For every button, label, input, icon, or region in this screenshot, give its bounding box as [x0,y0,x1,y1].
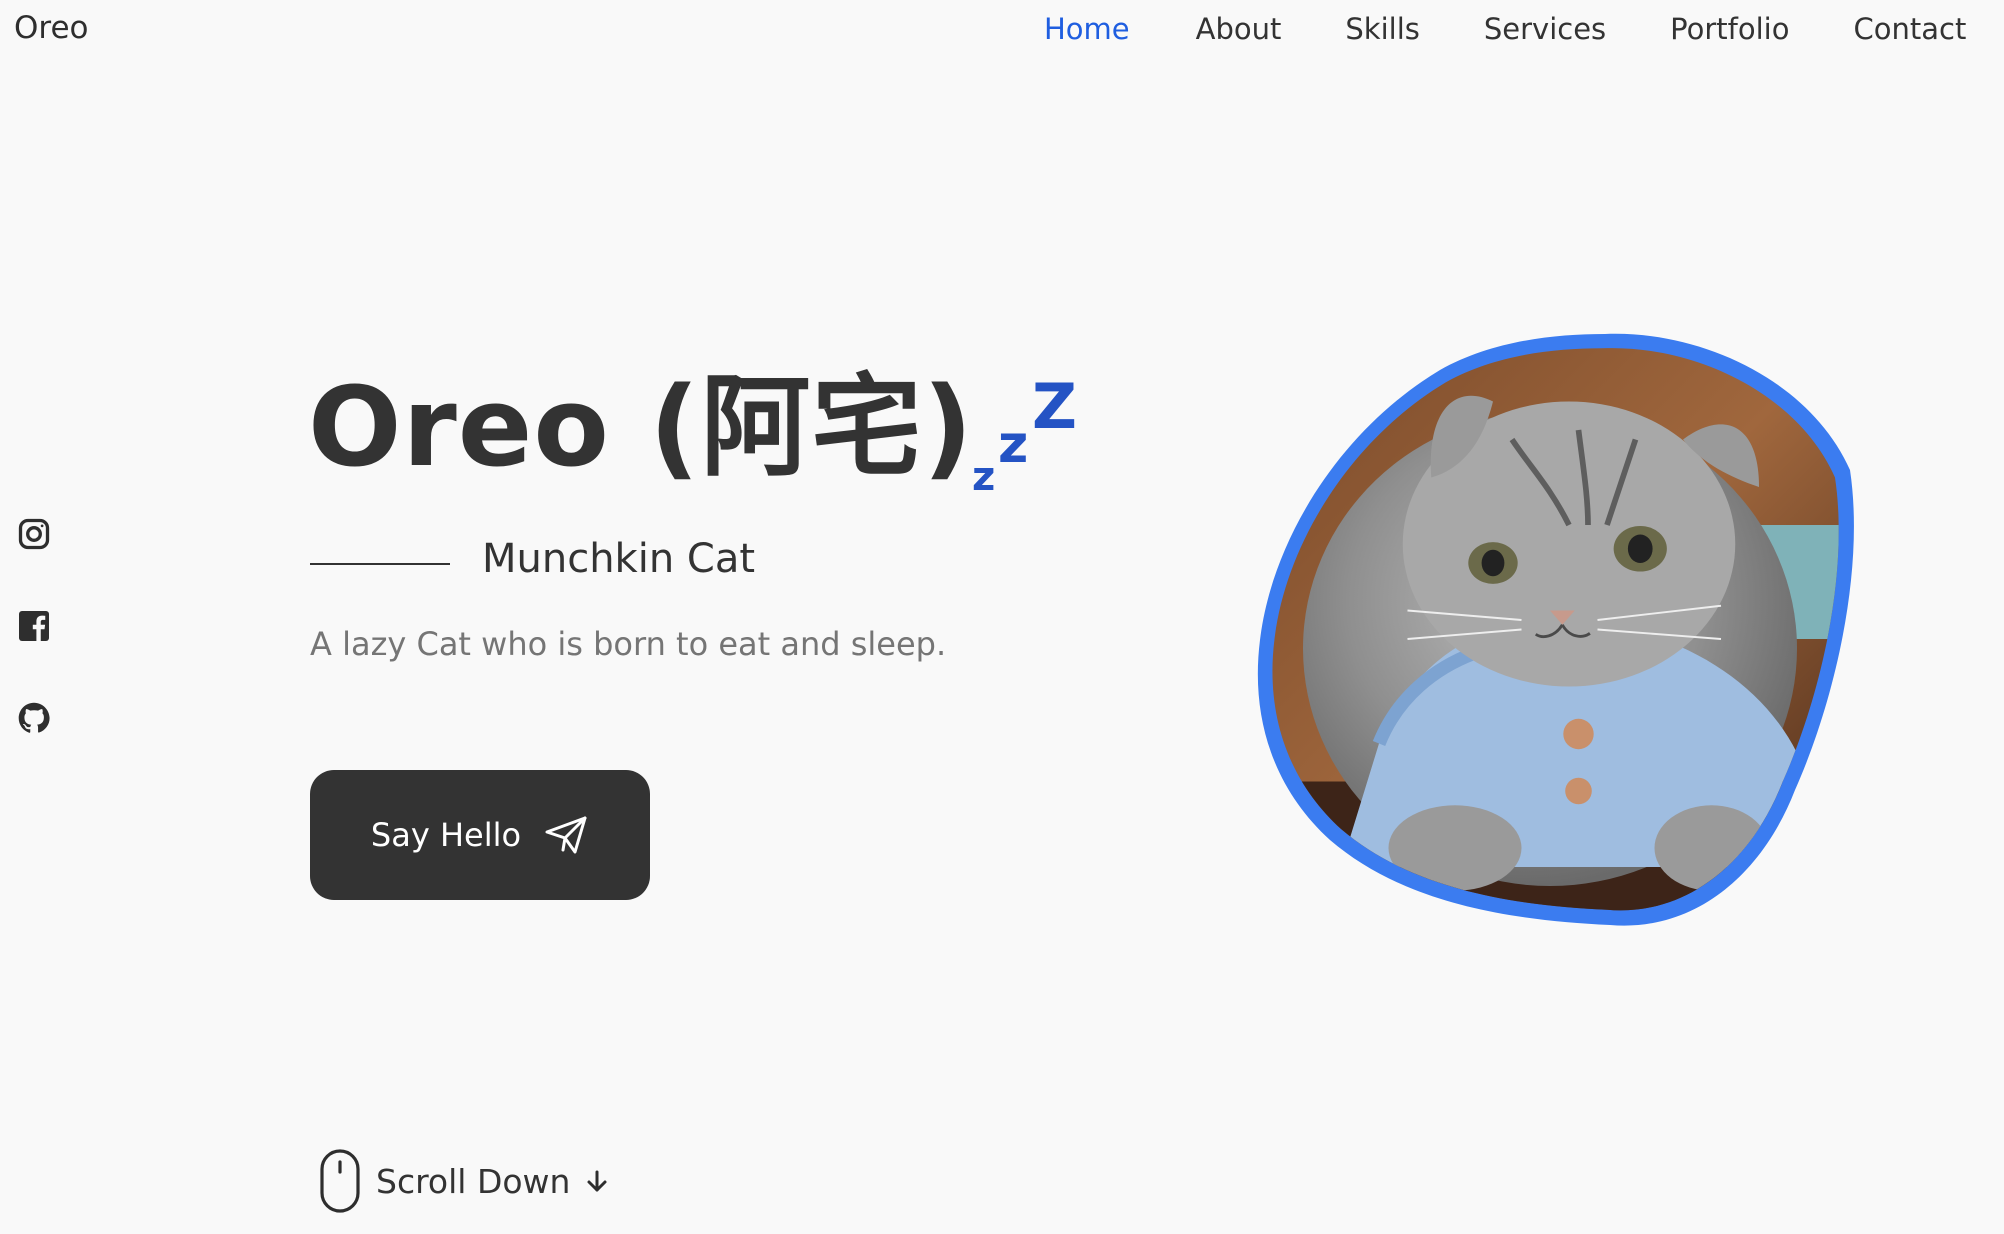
arrow-down-icon [587,1170,607,1192]
scroll-down-link[interactable]: Scroll Down [318,1148,610,1214]
site-header: Oreo Home About Skills Services Portfoli… [0,0,2004,60]
svg-text:z: z [998,415,1028,475]
mouse-icon [320,1149,360,1213]
instagram-icon[interactable] [14,514,54,554]
nav-about[interactable]: About [1196,12,1282,46]
scroll-down-label: Scroll Down [376,1161,571,1201]
nav-services[interactable]: Services [1484,12,1606,46]
nav-home[interactable]: Home [1044,12,1130,46]
say-hello-label: Say Hello [370,816,522,854]
send-icon [545,816,587,854]
nav-contact[interactable]: Contact [1853,12,1966,46]
hero-title: Oreo (阿宅) [308,363,974,491]
nav-skills[interactable]: Skills [1345,12,1419,46]
cat-photo [1257,333,1854,926]
github-icon[interactable] [14,698,54,738]
svg-text:z: z [972,454,995,494]
logo[interactable]: Oreo [14,10,89,46]
sleeping-zzz-icon: z z Z [972,374,1077,494]
say-hello-button[interactable]: Say Hello [310,770,650,900]
hero-subtitle: Munchkin Cat [482,536,756,582]
svg-text:Z: Z [1032,374,1077,443]
facebook-icon[interactable] [14,606,54,646]
subtitle-divider [310,563,450,565]
main-nav: Home About Skills Services Portfolio Con… [1040,12,1966,46]
nav-portfolio[interactable]: Portfolio [1670,12,1789,46]
hero-description: A lazy Cat who is born to eat and sleep. [310,625,947,663]
